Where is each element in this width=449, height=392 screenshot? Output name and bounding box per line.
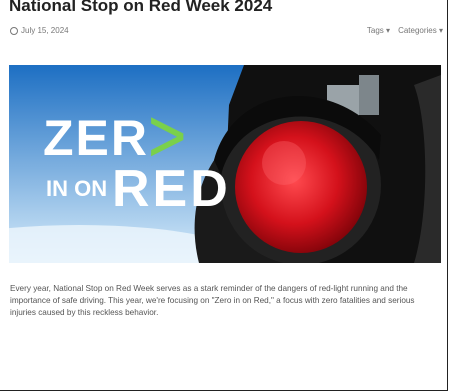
tags-dropdown[interactable]: Tags ▾: [367, 26, 390, 35]
clock-icon: [10, 26, 18, 35]
hero-in-on-text: IN ON: [46, 176, 108, 201]
arrow-icon: ᐳ: [149, 110, 188, 166]
hero-image: ZERᐳ IN ON RED: [9, 65, 441, 263]
categories-dropdown[interactable]: Categories ▾: [398, 26, 443, 35]
article-meta: July 15, 2024: [10, 26, 69, 35]
categories-label: Categories: [398, 26, 437, 35]
zero-word: ZER: [43, 110, 149, 166]
hero-red-text: RED: [112, 160, 231, 218]
article-body: Every year, National Stop on Red Week se…: [10, 284, 415, 317]
taxonomy-links: Tags ▾ Categories ▾: [367, 26, 443, 35]
article-title: National Stop on Red Week 2024: [9, 0, 273, 15]
article-date: July 15, 2024: [21, 26, 69, 35]
tags-label: Tags: [366, 26, 384, 35]
